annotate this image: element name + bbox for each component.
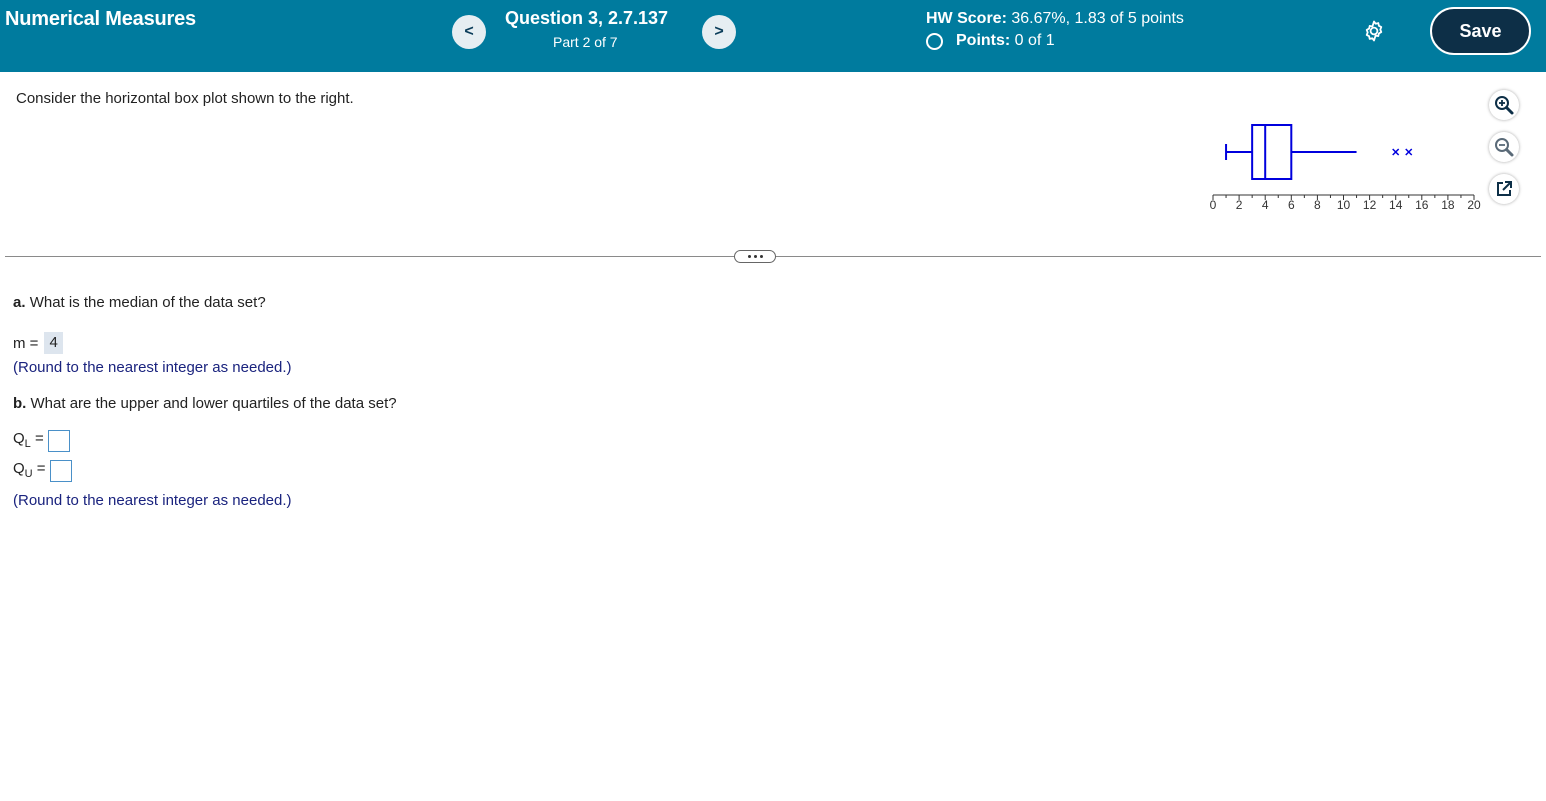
header-bar: Numerical Measures < Question 3, 2.7.137… — [0, 0, 1546, 72]
question-title: Question 3, 2.7.137 — [505, 8, 669, 28]
zoom-in-button[interactable] — [1489, 90, 1519, 120]
save-button[interactable]: Save — [1430, 7, 1531, 55]
points-status: Points: 0 of 1 — [926, 32, 1055, 50]
gear-icon[interactable] — [1362, 19, 1386, 43]
outlier-point — [1392, 148, 1400, 156]
lower-quartile-input[interactable] — [47, 430, 70, 452]
iqr-box — [1251, 124, 1293, 180]
part-b-letter: b. — [13, 395, 27, 412]
popout-button[interactable] — [1489, 174, 1519, 204]
lower-quartile-label: QL = — [13, 430, 44, 450]
x-tick-label: 12 — [1363, 198, 1377, 212]
round-hint-b: (Round to the nearest integer as needed.… — [13, 492, 292, 509]
x-tick-label: 14 — [1389, 198, 1403, 212]
hw-score-value: 36.67%, 1.83 of 5 points — [1011, 10, 1184, 27]
part-b-question: b. What are the upper and lower quartile… — [13, 395, 397, 412]
points-circle-icon — [926, 32, 943, 50]
x-tick-label: 16 — [1415, 198, 1429, 212]
median-answer-row: m = 4 — [13, 332, 63, 354]
question-prompt: Consider the horizontal box plot shown t… — [16, 90, 354, 107]
x-tick-label: 2 — [1236, 198, 1243, 212]
dot-icon — [747, 255, 751, 258]
hw-score-label: HW Score: — [926, 10, 1007, 27]
x-tick-label: 18 — [1441, 198, 1455, 212]
question-part: Part 2 of 7 — [553, 34, 618, 50]
expand-more-button[interactable] — [734, 250, 776, 263]
dot-icon — [753, 255, 757, 258]
box-plot-chart: 0 2 4 6 8 10 12 14 16 18 20 — [1210, 124, 1481, 212]
x-tick-label: 4 — [1262, 198, 1269, 212]
x-tick-label: 0 — [1210, 198, 1217, 212]
part-b-text: What are the upper and lower quartiles o… — [30, 395, 397, 412]
zoom-in-icon — [1495, 96, 1514, 115]
previous-question-button[interactable]: < — [452, 15, 486, 49]
dot-icon — [759, 255, 763, 258]
round-hint-a: (Round to the nearest integer as needed.… — [13, 359, 292, 376]
chevron-left-icon: < — [464, 23, 474, 40]
zoom-out-button[interactable] — [1489, 132, 1519, 162]
zoom-out-icon — [1495, 138, 1514, 157]
part-a-letter: a. — [13, 294, 26, 311]
app-title: Numerical Measures — [5, 8, 196, 30]
median-label: m = — [13, 334, 39, 352]
upper-quartile-label: QU = — [13, 460, 46, 480]
part-a-text: What is the median of the data set? — [29, 294, 266, 311]
part-a-question: a. What is the median of the data set? — [13, 294, 266, 311]
next-question-button[interactable]: > — [702, 15, 736, 49]
x-tick-label: 6 — [1288, 198, 1295, 212]
points-label: Points: — [956, 32, 1011, 49]
popout-icon — [1497, 181, 1512, 196]
hw-score: HW Score: 36.67%, 1.83 of 5 points — [926, 10, 1184, 28]
points-value: 0 of 1 — [1014, 32, 1055, 49]
x-tick-label: 20 — [1467, 198, 1481, 212]
lower-quartile-row: QL = — [13, 430, 70, 452]
outlier-point — [1405, 148, 1413, 156]
upper-quartile-row: QU = — [13, 460, 72, 482]
x-tick-label: 8 — [1314, 198, 1321, 212]
chevron-right-icon: > — [714, 23, 724, 40]
upper-quartile-input[interactable] — [49, 460, 72, 482]
x-tick-label: 10 — [1337, 198, 1351, 212]
median-answer-field[interactable]: 4 — [44, 332, 63, 354]
